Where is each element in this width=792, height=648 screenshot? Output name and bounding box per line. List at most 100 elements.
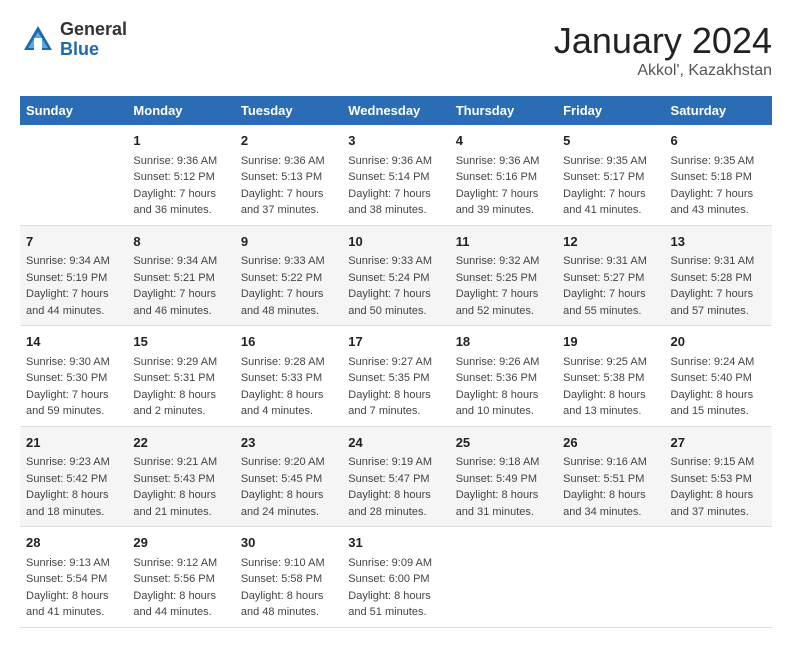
day-cell: 4 Sunrise: 9:36 AM Sunset: 5:16 PM Daylight…	[450, 125, 557, 225]
sunrise-info: Sunrise: 9:20 AM	[241, 456, 325, 468]
sunrise-info: Sunrise: 9:36 AM	[348, 155, 432, 167]
day-number: 18	[456, 332, 551, 352]
daylight-info: Daylight: 8 hours and 10 minutes.	[456, 389, 539, 418]
sunrise-info: Sunrise: 9:36 AM	[456, 155, 540, 167]
day-number: 13	[671, 232, 766, 252]
daylight-info: Daylight: 7 hours and 59 minutes.	[26, 389, 109, 418]
daylight-info: Daylight: 8 hours and 24 minutes.	[241, 489, 324, 518]
daylight-info: Daylight: 8 hours and 41 minutes.	[26, 590, 109, 619]
week-row-2: 14Sunrise: 9:30 AMSunset: 5:30 PMDayligh…	[20, 326, 772, 427]
day-cell: 11Sunrise: 9:32 AMSunset: 5:25 PMDayligh…	[450, 225, 557, 326]
header-tuesday: Tuesday	[235, 96, 342, 125]
day-number: 17	[348, 332, 443, 352]
sunrise-info: Sunrise: 9:15 AM	[671, 456, 755, 468]
day-cell: 17Sunrise: 9:27 AMSunset: 5:35 PMDayligh…	[342, 326, 449, 427]
daylight-info: Daylight: 7 hours and 48 minutes.	[241, 288, 324, 317]
day-cell: 25Sunrise: 9:18 AMSunset: 5:49 PMDayligh…	[450, 426, 557, 527]
day-cell: 24Sunrise: 9:19 AMSunset: 5:47 PMDayligh…	[342, 426, 449, 527]
day-cell: 14Sunrise: 9:30 AMSunset: 5:30 PMDayligh…	[20, 326, 127, 427]
day-cell: 27Sunrise: 9:15 AMSunset: 5:53 PMDayligh…	[665, 426, 772, 527]
day-number: 22	[133, 433, 228, 453]
daylight-info: Daylight: 7 hours and 36 minutes.	[133, 188, 216, 217]
sunset-info: Sunset: 5:21 PM	[133, 272, 214, 284]
day-number: 10	[348, 232, 443, 252]
header-saturday: Saturday	[665, 96, 772, 125]
day-number: 30	[241, 533, 336, 553]
sunset-info: Sunset: 5:19 PM	[26, 272, 107, 284]
day-cell: 12Sunrise: 9:31 AMSunset: 5:27 PMDayligh…	[557, 225, 664, 326]
day-cell: 22Sunrise: 9:21 AMSunset: 5:43 PMDayligh…	[127, 426, 234, 527]
sunrise-info: Sunrise: 9:33 AM	[348, 255, 432, 267]
day-number: 11	[456, 232, 551, 252]
sunset-info: Sunset: 5:51 PM	[563, 473, 644, 485]
day-cell: 21Sunrise: 9:23 AMSunset: 5:42 PMDayligh…	[20, 426, 127, 527]
day-cell: 9Sunrise: 9:33 AMSunset: 5:22 PMDaylight…	[235, 225, 342, 326]
daylight-info: Daylight: 8 hours and 18 minutes.	[26, 489, 109, 518]
sunrise-info: Sunrise: 9:16 AM	[563, 456, 647, 468]
daylight-info: Daylight: 7 hours and 52 minutes.	[456, 288, 539, 317]
day-number: 29	[133, 533, 228, 553]
day-number: 3	[348, 131, 443, 151]
header-row: Sunday Monday Tuesday Wednesday Thursday…	[20, 96, 772, 125]
sunset-info: Sunset: 5:14 PM	[348, 171, 429, 183]
header-thursday: Thursday	[450, 96, 557, 125]
sunrise-info: Sunrise: 9:24 AM	[671, 356, 755, 368]
day-number: 20	[671, 332, 766, 352]
daylight-info: Daylight: 8 hours and 51 minutes.	[348, 590, 431, 619]
page-header: General Blue January 2024 Akkol', Kazakh…	[20, 20, 772, 80]
daylight-info: Daylight: 8 hours and 28 minutes.	[348, 489, 431, 518]
day-cell: 18Sunrise: 9:26 AMSunset: 5:36 PMDayligh…	[450, 326, 557, 427]
day-number: 31	[348, 533, 443, 553]
daylight-info: Daylight: 7 hours and 50 minutes.	[348, 288, 431, 317]
day-cell: 10 Sunrise: 9:33 AM Sunset: 5:24 PM Dayligh…	[342, 225, 449, 326]
sunrise-info: Sunrise: 9:36 AM	[133, 155, 217, 167]
day-number: 6	[671, 131, 766, 151]
day-cell: 8Sunrise: 9:34 AMSunset: 5:21 PMDaylight…	[127, 225, 234, 326]
sunrise-info: Sunrise: 9:28 AM	[241, 356, 325, 368]
title-block: January 2024 Akkol', Kazakhstan	[554, 20, 772, 80]
sunrise-info: Sunrise: 9:35 AM	[671, 155, 755, 167]
day-number: 4	[456, 131, 551, 151]
daylight-info: Daylight: 7 hours and 43 minutes.	[671, 188, 754, 217]
day-number: 23	[241, 433, 336, 453]
logo-general: General	[60, 20, 127, 40]
daylight-info: Daylight: 8 hours and 15 minutes.	[671, 389, 754, 418]
day-number: 27	[671, 433, 766, 453]
sunrise-info: Sunrise: 9:10 AM	[241, 557, 325, 569]
sunrise-info: Sunrise: 9:09 AM	[348, 557, 432, 569]
day-number: 5	[563, 131, 658, 151]
sunset-info: Sunset: 5:22 PM	[241, 272, 322, 284]
daylight-info: Daylight: 8 hours and 34 minutes.	[563, 489, 646, 518]
week-row-3: 21Sunrise: 9:23 AMSunset: 5:42 PMDayligh…	[20, 426, 772, 527]
day-number: 26	[563, 433, 658, 453]
sunset-info: Sunset: 5:40 PM	[671, 372, 752, 384]
sunset-info: Sunset: 5:16 PM	[456, 171, 537, 183]
logo-text: General Blue	[60, 20, 127, 60]
sunset-info: Sunset: 5:18 PM	[671, 171, 752, 183]
sunset-info: Sunset: 5:54 PM	[26, 573, 107, 585]
sunrise-info: Sunrise: 9:12 AM	[133, 557, 217, 569]
sunset-info: Sunset: 5:49 PM	[456, 473, 537, 485]
sunrise-info: Sunrise: 9:18 AM	[456, 456, 540, 468]
week-row-1: 7Sunrise: 9:34 AMSunset: 5:19 PMDaylight…	[20, 225, 772, 326]
header-sunday: Sunday	[20, 96, 127, 125]
daylight-info: Daylight: 8 hours and 7 minutes.	[348, 389, 431, 418]
day-cell: 19Sunrise: 9:25 AMSunset: 5:38 PMDayligh…	[557, 326, 664, 427]
day-number: 1	[133, 131, 228, 151]
header-friday: Friday	[557, 96, 664, 125]
calendar-table: Sunday Monday Tuesday Wednesday Thursday…	[20, 96, 772, 628]
week-row-0: 1Sunrise: 9:36 AMSunset: 5:12 PMDaylight…	[20, 125, 772, 225]
daylight-info: Daylight: 7 hours and 55 minutes.	[563, 288, 646, 317]
sunrise-info: Sunrise: 9:34 AM	[26, 255, 110, 267]
sunset-info: Sunset: 5:25 PM	[456, 272, 537, 284]
daylight-info: Daylight: 7 hours and 39 minutes.	[456, 188, 539, 217]
day-number: 8	[133, 232, 228, 252]
sunset-info: Sunset: 5:47 PM	[348, 473, 429, 485]
day-number: 16	[241, 332, 336, 352]
sunrise-info: Sunrise: 9:21 AM	[133, 456, 217, 468]
sunset-info: Sunset: 5:24 PM	[348, 272, 429, 284]
daylight-info: Daylight: 7 hours and 41 minutes.	[563, 188, 646, 217]
daylight-info: Daylight: 7 hours and 57 minutes.	[671, 288, 754, 317]
sunrise-info: Sunrise: 9:29 AM	[133, 356, 217, 368]
sunset-info: Sunset: 5:45 PM	[241, 473, 322, 485]
